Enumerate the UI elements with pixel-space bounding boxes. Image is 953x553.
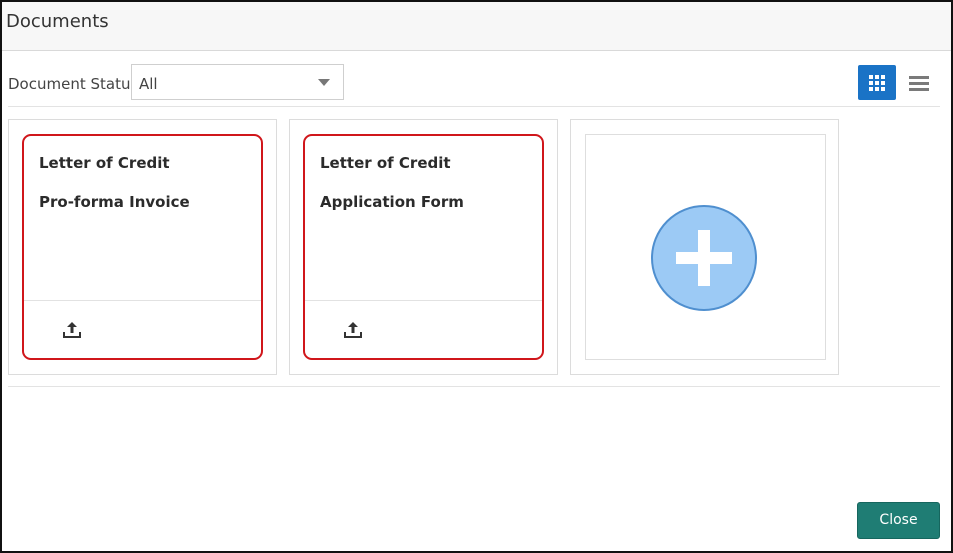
card-divider bbox=[24, 300, 261, 301]
add-document-card bbox=[585, 134, 826, 360]
add-document-button[interactable] bbox=[650, 204, 758, 312]
document-card-slot: Letter of Credit Application Form bbox=[289, 119, 558, 375]
upload-icon bbox=[344, 322, 362, 338]
document-type: Application Form bbox=[320, 193, 464, 211]
document-status-value: All bbox=[139, 75, 158, 93]
document-card-slot: Letter of Credit Pro-forma Invoice bbox=[8, 119, 277, 375]
document-category: Letter of Credit bbox=[39, 154, 170, 172]
card-divider bbox=[305, 300, 542, 301]
documents-dialog: Documents Document Status All Letter of … bbox=[0, 0, 953, 553]
grid-view-icon bbox=[869, 75, 885, 91]
grid-view-button[interactable] bbox=[858, 65, 896, 100]
upload-icon bbox=[63, 322, 81, 338]
plus-circle-icon bbox=[651, 205, 757, 311]
document-card[interactable]: Letter of Credit Application Form bbox=[303, 134, 544, 360]
dialog-title: Documents bbox=[6, 11, 109, 32]
document-status-label: Document Status bbox=[8, 75, 139, 93]
document-card[interactable]: Letter of Credit Pro-forma Invoice bbox=[22, 134, 263, 360]
chevron-down-icon bbox=[318, 79, 330, 86]
toolbar-divider bbox=[8, 106, 940, 107]
document-category: Letter of Credit bbox=[320, 154, 451, 172]
close-button[interactable]: Close bbox=[857, 502, 940, 539]
add-document-slot bbox=[570, 119, 839, 375]
document-type: Pro-forma Invoice bbox=[39, 193, 190, 211]
upload-button[interactable] bbox=[341, 318, 365, 342]
list-view-button[interactable] bbox=[906, 65, 934, 100]
upload-button[interactable] bbox=[60, 318, 84, 342]
document-status-select[interactable]: All bbox=[131, 64, 344, 100]
cards-divider bbox=[8, 386, 940, 387]
dialog-header: Documents bbox=[2, 2, 951, 51]
